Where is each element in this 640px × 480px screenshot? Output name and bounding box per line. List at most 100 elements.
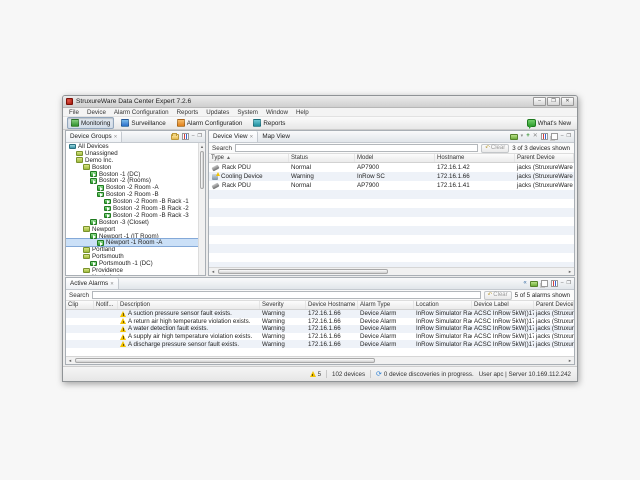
tree-item-unassigned[interactable]: Unassigned [66, 150, 198, 157]
menu-alarm-configuration[interactable]: Alarm Configuration [110, 109, 173, 116]
tree-item-portsmouth-1-dc[interactable]: Portsmouth -1 (DC) [66, 260, 198, 267]
tree-item-boston-1-dc[interactable]: Boston -1 (DC) [66, 171, 198, 178]
chart-icon[interactable] [551, 280, 558, 287]
tree-item-boston-2-room-a[interactable]: Boston -2 Room -A [66, 184, 198, 191]
tab-device-groups[interactable]: Device Groups ✕ [66, 131, 122, 142]
whats-new-button[interactable]: What's New [527, 119, 573, 127]
column-model[interactable]: Model [355, 154, 435, 162]
maximize-button[interactable]: ❐ [547, 97, 560, 106]
group-actions-icon[interactable] [510, 134, 518, 140]
menu-updates[interactable]: Updates [202, 109, 233, 116]
surveillance-button[interactable]: Surveillance [117, 117, 169, 129]
tree-item-portland[interactable]: Portland [66, 246, 198, 253]
tab-active-alarms[interactable]: Active Alarms ✕ [66, 278, 119, 289]
new-group-folder-icon[interactable] [171, 134, 179, 140]
tree-item-boston-2-room-b-rack-2[interactable]: Boston -2 Room -B Rack -2 [66, 205, 198, 212]
tree-item-demo-inc[interactable]: Demo Inc. [66, 157, 198, 164]
alarm-row[interactable]: A return air high temperature violation … [66, 318, 574, 326]
collapse-all-icon[interactable]: « [523, 280, 526, 287]
column-parent-device[interactable]: Parent Device [534, 301, 574, 309]
column-type[interactable]: Type▲ [209, 154, 289, 162]
column-location[interactable]: Location [414, 301, 472, 309]
add-device-icon[interactable]: + [526, 133, 530, 140]
column-hostname[interactable]: Hostname [435, 154, 515, 162]
tree-item-boston-2-room-b[interactable]: Boston -2 Room -B [66, 191, 198, 198]
scrollbar-thumb[interactable] [75, 358, 375, 363]
scroll-up-icon[interactable]: ▲ [199, 143, 205, 150]
dropdown-icon[interactable]: ▾ [521, 133, 524, 140]
maximize-panel-icon[interactable]: ❐ [198, 133, 202, 140]
chart-icon[interactable] [541, 133, 548, 140]
tree-item-boston[interactable]: Boston [66, 164, 198, 171]
alarm-row[interactable]: A supply air high temperature violation … [66, 333, 574, 341]
tree-item-newport[interactable]: Newport [66, 226, 198, 233]
tab-close-icon[interactable]: ✕ [114, 134, 118, 140]
menu-system[interactable]: System [233, 109, 262, 116]
alarm-configuration-button[interactable]: Alarm Configuration [173, 117, 247, 129]
minimize-panel-icon[interactable]: – [561, 133, 564, 140]
menu-device[interactable]: Device [83, 109, 110, 116]
tree-item-newport-1-room-a[interactable]: Newport -1 Room -A [66, 239, 198, 246]
alarm-row[interactable]: A discharge pressure sensor fault exists… [66, 340, 574, 348]
monitoring-button[interactable]: Monitoring [67, 117, 114, 129]
menu-reports[interactable]: Reports [173, 109, 203, 116]
minimize-button[interactable]: – [533, 97, 546, 106]
clear-search-button[interactable]: ↶ Clear [484, 291, 512, 300]
scroll-right-icon[interactable]: ► [566, 268, 574, 275]
reports-button[interactable]: Reports [249, 117, 289, 129]
device-row[interactable]: Rack PDU Normal AP7900 172.16.1.41 jacks… [209, 181, 574, 190]
scroll-right-icon[interactable]: ► [566, 357, 574, 364]
export-copy-icon[interactable] [541, 280, 548, 287]
tab-device-view[interactable]: Device View ✕ [209, 131, 258, 142]
tree-item-north-andover[interactable]: North Andover [66, 274, 198, 275]
menu-window[interactable]: Window [262, 109, 292, 116]
alarm-filter-icon[interactable] [530, 281, 538, 287]
chart-icon[interactable] [182, 133, 189, 140]
column-device-label[interactable]: Device Label [472, 301, 534, 309]
scrollbar-thumb[interactable] [218, 269, 388, 274]
title-bar[interactable]: StruxureWare Data Center Expert 7.2.6 – … [63, 96, 577, 108]
tree-item-portsmouth[interactable]: Portsmouth [66, 253, 198, 260]
column-notif[interactable]: Notif... [94, 301, 118, 309]
alarm-row[interactable]: A water detection fault exists. Warning … [66, 325, 574, 333]
device-table-hscrollbar[interactable]: ◄ ► [209, 267, 574, 275]
tab-close-icon[interactable]: ✕ [250, 134, 254, 140]
tree-vertical-scrollbar[interactable]: ▲ [198, 143, 205, 275]
column-severity[interactable]: Severity [260, 301, 306, 309]
device-search-input[interactable] [235, 144, 478, 152]
export-copy-icon[interactable] [551, 133, 558, 140]
menu-file[interactable]: File [65, 109, 83, 116]
delete-device-icon[interactable]: ✕ [533, 133, 538, 140]
column-description[interactable]: Description [118, 301, 260, 309]
tree-item-boston-2-room-b-rack-1[interactable]: Boston -2 Room -B Rack -1 [66, 198, 198, 205]
alarm-table-hscrollbar[interactable]: ◄ ► [66, 356, 574, 364]
menu-help[interactable]: Help [292, 109, 313, 116]
tab-close-icon[interactable]: ✕ [110, 281, 114, 287]
group-room-icon [104, 213, 111, 219]
column-device-hostname[interactable]: Device Hostname [306, 301, 358, 309]
alarm-search-input[interactable] [92, 291, 481, 299]
scroll-left-icon[interactable]: ◄ [66, 357, 74, 364]
tree-item-providence[interactable]: Providence [66, 267, 198, 274]
close-button[interactable]: ✕ [561, 97, 574, 106]
tree-item-newport-1-it-room[interactable]: Newport -1 (IT Room) [66, 233, 198, 240]
tree-item-boston-2-room-b-rack-3[interactable]: Boston -2 Room -B Rack -3 [66, 212, 198, 219]
tree-item-boston-3-closet[interactable]: Boston -3 (Closet) [66, 219, 198, 226]
minimize-panel-icon[interactable]: – [192, 133, 195, 140]
column-clip[interactable]: Clip [66, 301, 94, 309]
alarm-row[interactable]: A suction pressure sensor fault exists. … [66, 310, 574, 318]
device-row[interactable]: Rack PDU Normal AP7900 172.16.1.42 jacks… [209, 163, 574, 172]
scrollbar-thumb[interactable] [200, 151, 204, 189]
column-parent-device[interactable]: Parent Device [515, 154, 574, 162]
clear-search-button[interactable]: ↶ Clear [481, 144, 509, 153]
minimize-panel-icon[interactable]: – [561, 280, 564, 287]
tree-item-boston-2-rooms[interactable]: Boston -2 (Rooms) [66, 177, 198, 184]
tab-map-view[interactable]: Map View [258, 131, 294, 142]
column-alarm-type[interactable]: Alarm Type [358, 301, 414, 309]
maximize-panel-icon[interactable]: ❐ [567, 133, 571, 140]
scroll-left-icon[interactable]: ◄ [209, 268, 217, 275]
tree-item-all-devices[interactable]: All Devices [66, 143, 198, 150]
device-row[interactable]: Cooling Device Warning InRow SC 172.16.1… [209, 172, 574, 181]
maximize-panel-icon[interactable]: ❐ [567, 280, 571, 287]
column-status[interactable]: Status [289, 154, 355, 162]
